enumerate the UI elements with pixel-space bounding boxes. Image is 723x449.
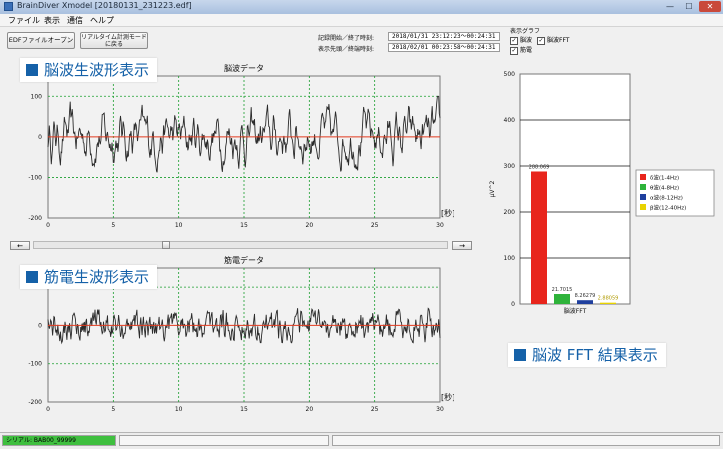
legend-label: β波(12-40Hz)	[650, 204, 686, 212]
y-tick-label: -200	[28, 215, 42, 222]
x-tick-label: 5	[111, 222, 115, 229]
menu-comm[interactable]: 通信	[67, 15, 83, 26]
y-tick-label: 400	[504, 117, 516, 124]
legend-label: α波(8-12Hz)	[650, 194, 683, 202]
time-scrollbar[interactable]	[33, 241, 448, 249]
y-tick-label: 200	[504, 209, 516, 216]
scroll-right-button[interactable]: →	[452, 241, 472, 250]
eeg-checkbox[interactable]: ✓ 脳波	[510, 35, 532, 45]
y-tick-label: 0	[38, 134, 42, 141]
y-tick-label: 500	[504, 71, 516, 78]
check-icon: ✓	[510, 36, 518, 45]
x-tick-label: 20	[306, 222, 314, 229]
x-tick-label: 15	[240, 406, 248, 413]
bar-value-label: 2.88059	[598, 296, 619, 302]
legend-label: θ波(4-8Hz)	[650, 184, 679, 192]
x-tick-label: 30	[436, 222, 444, 229]
fft-checkbox[interactable]: ✓ 脳波FFT	[537, 35, 569, 45]
eeg-checkbox-label: 脳波	[520, 37, 533, 44]
legend-swatch	[640, 194, 646, 200]
x-axis-label: [秒]	[441, 208, 454, 218]
callout-fft-result: 脳波 FFT 結果表示	[508, 343, 666, 367]
x-tick-label: 25	[371, 406, 379, 413]
callout-emg-raw-text: 筋電生波形表示	[44, 268, 150, 286]
emg-checkbox-label: 筋電	[520, 47, 533, 54]
x-tick-label: 30	[436, 406, 444, 413]
callout-fft-result-text: 脳波 FFT 結果表示	[532, 346, 658, 364]
eeg-chart: 脳波データ 0 5 10 15 20 25 30 100 0 -100 -200 [秒]	[28, 63, 454, 229]
y-axis-label: μV^2	[489, 180, 496, 197]
display-range-label: 表示先頭／終端時刻:	[318, 46, 375, 53]
x-tick-label: 10	[175, 406, 183, 413]
record-start-field: 2018/01/31 23:12:23～00:24:31	[388, 32, 500, 41]
x-tick-label: 20	[306, 406, 314, 413]
fft-bar	[554, 294, 570, 304]
check-icon: ✓	[537, 36, 545, 45]
bar-value-label: 288.069	[529, 164, 550, 170]
status-segment	[332, 435, 720, 446]
status-segment	[119, 435, 329, 446]
check-icon: ✓	[510, 46, 518, 55]
y-tick-label: 0	[511, 301, 515, 308]
square-icon	[26, 64, 38, 76]
status-bar: シリアル: BAB00_99999	[0, 432, 723, 449]
y-tick-label: -100	[28, 361, 42, 368]
fft-bar	[600, 302, 616, 304]
y-tick-label: 0	[38, 322, 42, 329]
window-title: BrainDiver Xmodel [20180131_231223.edf]	[17, 1, 192, 10]
menu-view[interactable]: 表示	[44, 15, 60, 26]
bar-value-label: 21.7015	[552, 287, 573, 293]
legend-swatch	[640, 204, 646, 210]
display-graph-title: 表示グラフ	[510, 28, 541, 35]
x-tick-label: 0	[46, 222, 50, 229]
fft-chart: 500 400 300 200 100 0 μV^2 288.069 21.70158.2627…	[489, 71, 715, 315]
y-tick-label: 300	[504, 163, 516, 170]
app-icon	[4, 2, 13, 11]
x-tick-label: 0	[46, 406, 50, 413]
callout-eeg-raw-text: 脳波生波形表示	[44, 61, 150, 79]
maximize-button[interactable]: ☐	[680, 1, 698, 12]
minimize-button[interactable]: —	[661, 1, 679, 12]
fft-bar	[531, 171, 547, 304]
x-axis-label: [秒]	[441, 392, 454, 402]
fft-checkbox-label: 脳波FFT	[547, 37, 570, 44]
serial-status: シリアル: BAB00_99999	[2, 435, 116, 446]
x-axis-label: 脳波FFT	[564, 307, 587, 315]
realtime-mode-button[interactable]: リアルタイム計測モードに戻る	[80, 32, 148, 49]
fft-bar	[577, 300, 593, 304]
close-button[interactable]: ✕	[699, 1, 721, 12]
menu-bar: ファイル 表示 通信 ヘルプ	[0, 14, 723, 27]
menu-help[interactable]: ヘルプ	[90, 15, 114, 26]
y-tick-label: -200	[28, 399, 42, 406]
callout-eeg-raw: 脳波生波形表示	[20, 58, 158, 82]
x-tick-label: 25	[371, 222, 379, 229]
y-tick-label: 100	[504, 255, 516, 262]
legend-swatch	[640, 174, 646, 180]
menu-file[interactable]: ファイル	[8, 15, 40, 26]
square-icon	[514, 349, 526, 361]
display-range-field: 2018/02/01 00:23:58～00:24:31	[388, 43, 500, 52]
y-tick-label: 100	[31, 93, 43, 100]
bar-value-label: 8.26279	[575, 293, 596, 299]
callout-emg-raw: 筋電生波形表示	[20, 265, 158, 289]
x-tick-label: 5	[111, 406, 115, 413]
record-start-label: 記録開始／終了時刻:	[318, 35, 375, 42]
scroll-thumb[interactable]	[162, 241, 170, 249]
scroll-left-button[interactable]: ←	[10, 241, 30, 250]
y-tick-label: -100	[28, 174, 42, 181]
x-tick-label: 15	[240, 222, 248, 229]
legend-swatch	[640, 184, 646, 190]
edf-open-button[interactable]: EDFファイルオープン	[7, 32, 75, 49]
title-bar: BrainDiver Xmodel [20180131_231223.edf] …	[0, 0, 723, 15]
legend-label: δ波(1-4Hz)	[650, 174, 679, 182]
chart-title: 筋電データ	[224, 255, 264, 265]
x-tick-label: 10	[175, 222, 183, 229]
emg-checkbox[interactable]: ✓ 筋電	[510, 45, 532, 55]
chart-title: 脳波データ	[224, 63, 264, 73]
square-icon	[26, 271, 38, 283]
